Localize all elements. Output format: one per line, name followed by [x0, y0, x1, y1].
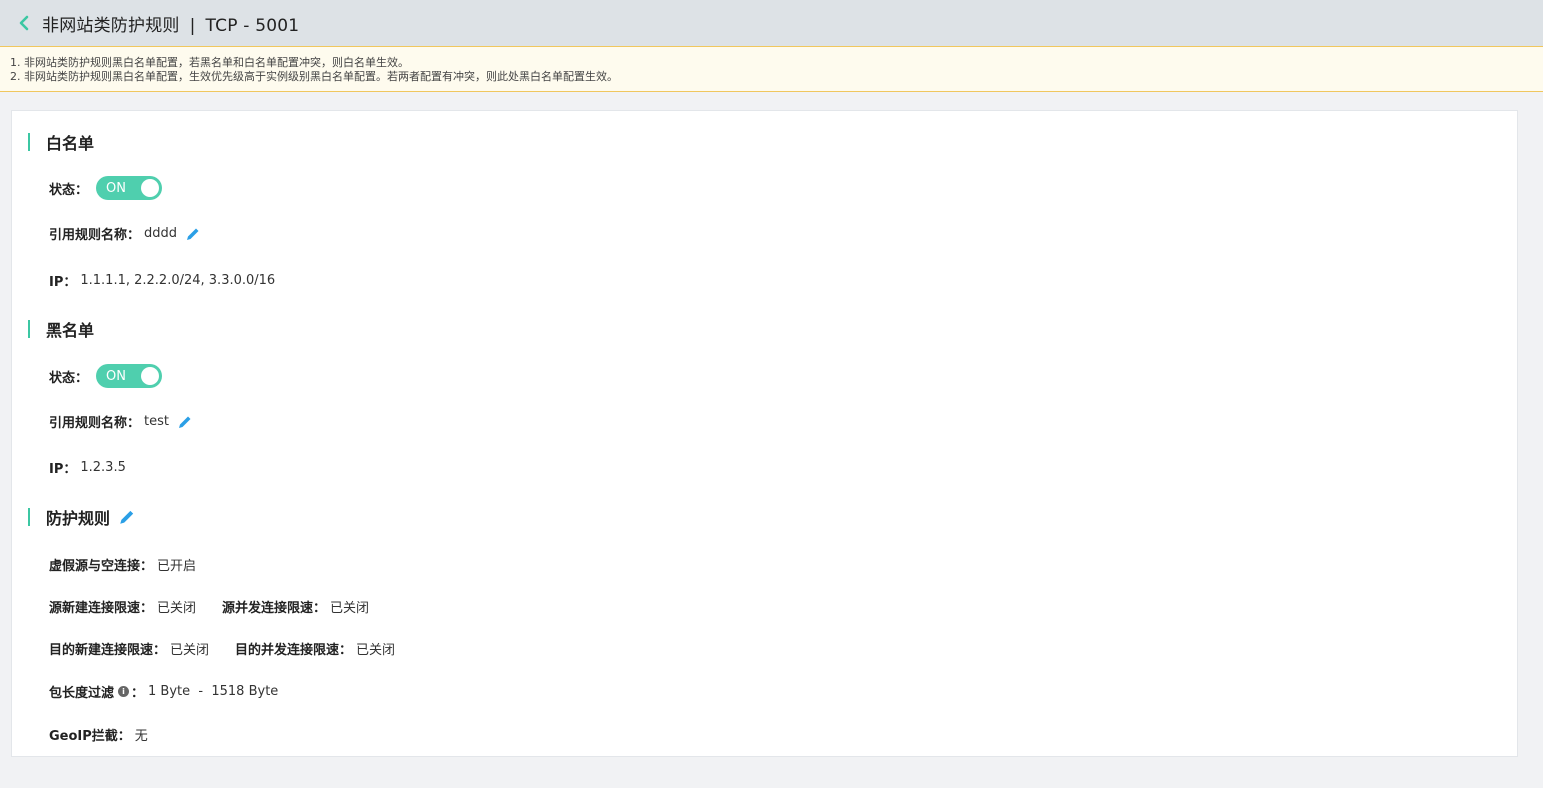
whitelist-status-label: 状态： [49, 182, 89, 198]
packet-length-colon: ： [131, 686, 145, 701]
geoip-row: GeoIP拦截： 无 [49, 725, 148, 744]
title-separator: | [189, 15, 196, 36]
whitelist-status-row: 状态： ON [49, 176, 163, 200]
page-header: 非网站类防护规则 | TCP - 5001 [0, 0, 1543, 47]
whitelist-ip-label: IP： [49, 275, 77, 290]
page-subtitle: TCP - 5001 [205, 15, 300, 36]
whitelist-edit-pencil-icon[interactable] [185, 226, 201, 242]
whitelist-section-title: 白名单 [28, 130, 94, 154]
whitelist-ip-value: 1.1.1.1, 2.2.2.0/24, 3.3.0.0/16 [80, 273, 276, 288]
whitelist-rule-row: 引用规则名称： dddd [49, 224, 201, 243]
notice-line-1: 1. 非网站类防护规则黑白名单配置，若黑名单和白名单配置冲突，则白名单生效。 [10, 56, 409, 69]
packet-length-value: 1 Byte - 1518 Byte [148, 684, 279, 699]
info-icon[interactable]: i [118, 686, 130, 697]
whitelist-title-text: 白名单 [46, 134, 95, 153]
whitelist-status-toggle[interactable]: ON [96, 176, 163, 200]
packet-length-label: 包长度过滤 [49, 686, 115, 701]
geoip-label: GeoIP拦截： [49, 729, 131, 744]
page-title: 非网站类防护规则 | TCP - 5001 [42, 11, 299, 36]
dst-conc-conn-label: 目的并发连接限速： [235, 643, 353, 658]
blacklist-status-toggle[interactable]: ON [96, 364, 163, 388]
packet-length-row: 包长度过滤 i ： 1 Byte - 1518 Byte [49, 682, 278, 701]
protection-section-title: 防护规则 [28, 505, 136, 529]
blacklist-rule-row: 引用规则名称： test [49, 412, 193, 431]
src-conc-conn-value: 已关闭 [330, 601, 370, 616]
protection-edit-pencil-icon[interactable] [118, 508, 136, 526]
dst-rate-row: 目的新建连接限速： 已关闭 目的并发连接限速： 已关闭 [49, 639, 395, 658]
spoof-conn-label: 虚假源与空连接： [49, 559, 154, 574]
blacklist-ip-row: IP： 1.2.3.5 [49, 458, 126, 477]
toggle-on-label: ON [106, 180, 126, 196]
blacklist-ip-label: IP： [49, 462, 77, 477]
section-accent-bar [28, 320, 30, 338]
dst-new-conn-label: 目的新建连接限速： [49, 643, 167, 658]
src-rate-row: 源新建连接限速： 已关闭 源并发连接限速： 已关闭 [49, 597, 369, 616]
blacklist-edit-pencil-icon[interactable] [177, 414, 193, 430]
section-accent-bar [28, 508, 30, 526]
whitelist-rule-label: 引用规则名称： [49, 228, 141, 243]
blacklist-rule-value: test [144, 414, 169, 429]
geoip-value: 无 [134, 729, 148, 744]
toggle-on-label: ON [106, 368, 126, 384]
src-new-conn-label: 源新建连接限速： [49, 601, 154, 616]
dst-conc-conn-value: 已关闭 [356, 643, 396, 658]
toggle-knob [141, 367, 160, 385]
notice-line-2: 2. 非网站类防护规则黑白名单配置，生效优先级高于实例级别黑白名单配置。若两者配… [10, 70, 618, 83]
spoof-conn-value: 已开启 [157, 559, 197, 574]
src-conc-conn-label: 源并发连接限速： [222, 601, 327, 616]
dst-new-conn-value: 已关闭 [170, 643, 210, 658]
blacklist-section-title: 黑名单 [28, 317, 94, 341]
toggle-knob [141, 179, 160, 197]
whitelist-rule-value: dddd [144, 226, 178, 241]
blacklist-title-text: 黑名单 [46, 321, 95, 340]
blacklist-ip-value: 1.2.3.5 [80, 460, 126, 475]
page-title-text: 非网站类防护规则 [42, 15, 180, 36]
protection-title-text: 防护规则 [46, 509, 111, 528]
blacklist-status-row: 状态： ON [49, 364, 163, 388]
blacklist-status-label: 状态： [49, 370, 89, 386]
section-accent-bar [28, 133, 30, 151]
notice-banner: 1. 非网站类防护规则黑白名单配置，若黑名单和白名单配置冲突，则白名单生效。 2… [0, 47, 1543, 92]
src-new-conn-value: 已关闭 [157, 601, 197, 616]
back-chevron-icon[interactable] [18, 14, 36, 32]
blacklist-rule-label: 引用规则名称： [49, 416, 141, 431]
rule-detail-panel: 白名单 状态： ON 引用规则名称： dddd IP： 1.1.1.1, 2.2… [11, 110, 1518, 757]
spoof-conn-row: 虚假源与空连接： 已开启 [49, 555, 196, 574]
whitelist-ip-row: IP： 1.1.1.1, 2.2.2.0/24, 3.3.0.0/16 [49, 271, 275, 290]
